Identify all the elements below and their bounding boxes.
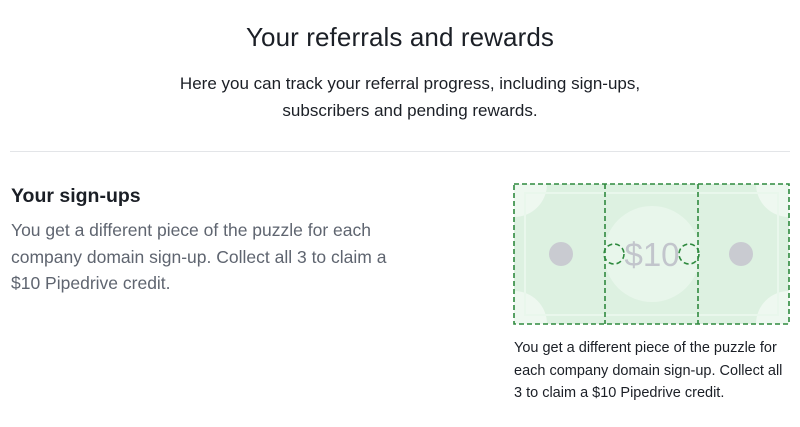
left-dot	[549, 242, 573, 266]
bill-amount: $10	[624, 236, 679, 273]
puzzle-bill-illustration: $10	[513, 183, 790, 325]
signups-caption: You get a different piece of the puzzle …	[514, 340, 783, 401]
page-title: Your referrals and rewards	[245, 22, 554, 52]
section-divider	[10, 151, 790, 152]
signups-title: Your sign-ups	[11, 185, 141, 207]
right-dot	[729, 242, 753, 266]
page-subtitle: Here you can track your referral progres…	[179, 74, 641, 120]
signups-description: You get a different piece of the puzzle …	[11, 220, 387, 293]
